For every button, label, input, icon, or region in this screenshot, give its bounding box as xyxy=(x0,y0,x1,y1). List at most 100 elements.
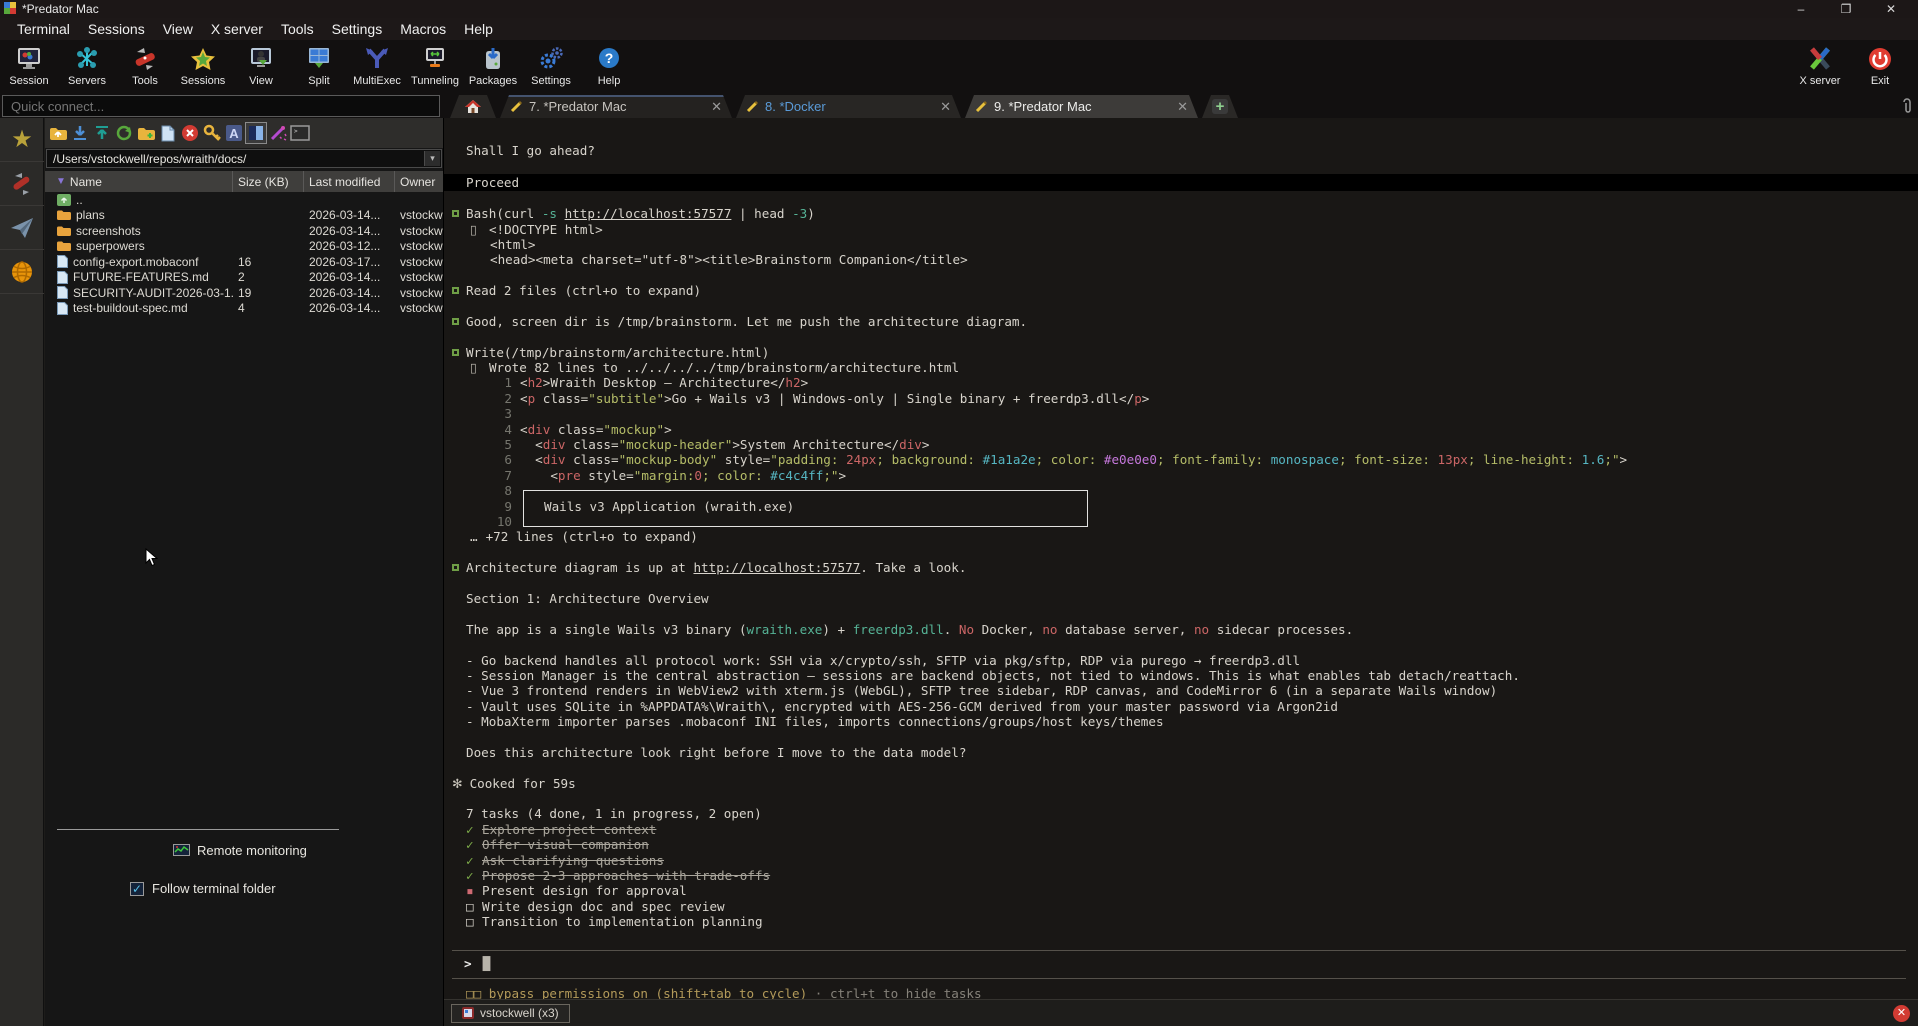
maximize-button[interactable]: ❐ xyxy=(1829,0,1863,18)
swiss-knife-icon xyxy=(10,171,34,197)
task-item-open: □Write design doc and spec review xyxy=(444,899,1918,914)
path-dropdown-icon[interactable]: ▾ xyxy=(424,151,440,166)
sort-icon: ▼ xyxy=(56,176,66,187)
fold-more-lines[interactable]: …+72 lines (ctrl+o to expand) xyxy=(444,529,1918,544)
check-icon: ✓ xyxy=(466,868,482,883)
bash-command-line: Bash(curl -s http://localhost:57577 | he… xyxy=(444,206,1918,221)
table-row-file[interactable]: config-export.mobaconf 16 2026-03-17... … xyxy=(45,254,443,270)
menu-settings[interactable]: Settings xyxy=(323,19,392,39)
toolbar-tunneling-label: Tunneling xyxy=(411,75,459,87)
tunneling-icon xyxy=(420,45,450,73)
sidebar-tab-macros[interactable] xyxy=(0,206,44,250)
magic-wand-button[interactable] xyxy=(267,122,289,144)
column-header-modified[interactable]: Last modified xyxy=(304,171,395,192)
toolbar-packages-button[interactable]: Packages xyxy=(464,40,522,94)
folder-up-button[interactable] xyxy=(47,122,69,144)
tab-7-predator-mac[interactable]: 7. *Predator Mac ✕ xyxy=(500,95,732,118)
session-status-tab[interactable]: vstockwell (x3) xyxy=(451,1004,570,1023)
task-item-done: ✓Offer visual companion xyxy=(444,837,1918,852)
prompt-input-box[interactable]: >█ xyxy=(452,950,1906,979)
table-row-folder[interactable]: plans 2026-03-14... vstockw xyxy=(45,208,443,224)
panel-toggle-button[interactable] xyxy=(245,122,267,144)
packages-icon xyxy=(478,45,508,73)
encoding-button[interactable]: A xyxy=(223,122,245,144)
toolbar-multiexec-button[interactable]: MultiExec xyxy=(348,40,406,94)
toolbar-split-button[interactable]: Split xyxy=(290,40,348,94)
remote-monitoring-toggle[interactable]: Remote monitoring xyxy=(173,843,307,858)
xserver-icon xyxy=(1805,45,1835,73)
upload-button[interactable] xyxy=(91,122,113,144)
toolbar-help-button[interactable]: ? Help xyxy=(580,40,638,94)
file-table: ▼Name Size (KB) Last modified Owner .. p… xyxy=(45,171,443,316)
menu-help[interactable]: Help xyxy=(455,19,502,39)
minimize-button[interactable]: – xyxy=(1784,0,1818,18)
menu-view[interactable]: View xyxy=(154,19,202,39)
delete-button[interactable] xyxy=(179,122,201,144)
table-row-folder[interactable]: screenshots 2026-03-14... vstockw xyxy=(45,223,443,239)
toolbar-view-label: View xyxy=(249,75,273,87)
tab-8-docker[interactable]: 8. *Docker ✕ xyxy=(736,95,961,118)
toolbar-servers-label: Servers xyxy=(68,75,106,87)
follow-terminal-folder-checkbox[interactable]: ✓ Follow terminal folder xyxy=(130,881,276,896)
tab-close-icon[interactable]: ✕ xyxy=(940,99,951,115)
tab-close-icon[interactable]: ✕ xyxy=(711,99,722,115)
toolbar-servers-button[interactable]: Servers xyxy=(58,40,116,94)
terminal-button[interactable]: > xyxy=(289,122,311,144)
link-url[interactable]: http://localhost:57577 xyxy=(693,560,860,575)
column-header-size[interactable]: Size (KB) xyxy=(233,171,304,192)
terminal-pane[interactable]: Shall I go ahead? Proceed Bash(curl -s h… xyxy=(443,118,1918,1026)
view-icon xyxy=(246,45,276,73)
download-button[interactable] xyxy=(69,122,91,144)
menu-sessions[interactable]: Sessions xyxy=(79,19,154,39)
read-files-line[interactable]: Read 2 files (ctrl+o to expand) xyxy=(444,283,1918,298)
check-icon: ✓ xyxy=(466,822,482,837)
new-tab-button[interactable]: + xyxy=(1202,95,1238,118)
link-url[interactable]: http://localhost:57577 xyxy=(565,206,732,221)
new-file-button[interactable] xyxy=(157,122,179,144)
toolbar-view-button[interactable]: View xyxy=(232,40,290,94)
paperclip-icon[interactable] xyxy=(1900,98,1914,119)
refresh-button[interactable] xyxy=(113,122,135,144)
path-bar[interactable]: /Users/vstockwell/repos/wraith/docs/ ▾ xyxy=(46,149,442,168)
close-button[interactable]: ✕ xyxy=(1874,0,1908,18)
toolbar-tools-button[interactable]: Tools xyxy=(116,40,174,94)
remote-monitoring-label: Remote monitoring xyxy=(197,843,307,858)
table-row-parent-dir[interactable]: .. xyxy=(45,192,443,208)
column-header-owner[interactable]: Owner xyxy=(395,171,443,192)
table-row-file[interactable]: FUTURE-FEATURES.md 2 2026-03-14... vstoc… xyxy=(45,270,443,286)
toolbar-sessions-button[interactable]: Sessions xyxy=(174,40,232,94)
table-row-folder[interactable]: superpowers 2026-03-12... vstockw xyxy=(45,239,443,255)
tab-9-predator-mac-active[interactable]: 9. *Predator Mac ✕ xyxy=(965,95,1198,118)
write-tool-line: Write(/tmp/brainstorm/architecture.html) xyxy=(444,345,1918,360)
quick-connect-input[interactable] xyxy=(2,95,440,117)
table-row-file[interactable]: test-buildout-spec.md 4 2026-03-14... vs… xyxy=(45,301,443,317)
folder-icon xyxy=(57,209,71,221)
toolbar-settings-button[interactable]: Settings xyxy=(522,40,580,94)
sidebar-tab-sftp[interactable] xyxy=(0,250,44,294)
toolbar-exit-button[interactable]: Exit xyxy=(1850,40,1910,87)
sidebar-tab-sessions[interactable]: ★ xyxy=(0,118,44,162)
proceed-selected-option[interactable]: Proceed xyxy=(444,174,1918,191)
toolbar-xserver-button[interactable]: X server xyxy=(1790,40,1850,87)
menu-xserver[interactable]: X server xyxy=(202,19,272,39)
sidebar-tab-tools[interactable] xyxy=(0,162,44,206)
tab-close-icon[interactable]: ✕ xyxy=(1177,99,1188,115)
tasks-summary: 7 tasks (4 done, 1 in progress, 2 open) xyxy=(444,806,1918,821)
menu-terminal[interactable]: Terminal xyxy=(8,19,79,39)
tool-bullet-icon xyxy=(452,564,459,571)
new-folder-button[interactable] xyxy=(135,122,157,144)
toolbar-session-button[interactable]: Session xyxy=(0,40,58,94)
code-line: 1<h2>Wraith Desktop – Architecture</h2> xyxy=(444,375,1918,390)
key-button[interactable] xyxy=(201,122,223,144)
mobaxterm-window: *Predator Mac – ❐ ✕ Terminal Sessions Vi… xyxy=(0,0,1918,1026)
status-close-button[interactable]: ✕ xyxy=(1893,1005,1910,1022)
menu-macros[interactable]: Macros xyxy=(391,19,455,39)
table-row-file[interactable]: SECURITY-AUDIT-2026-03-1... 19 2026-03-1… xyxy=(45,285,443,301)
in-progress-icon: ▪ xyxy=(466,883,482,898)
code-line: 4<div class="mockup"> xyxy=(444,422,1918,437)
tab-home[interactable] xyxy=(450,95,496,118)
menu-tools[interactable]: Tools xyxy=(272,19,323,39)
column-header-name[interactable]: ▼Name xyxy=(45,171,233,192)
toolbar-tunneling-button[interactable]: Tunneling xyxy=(406,40,464,94)
session-icon xyxy=(14,45,44,73)
